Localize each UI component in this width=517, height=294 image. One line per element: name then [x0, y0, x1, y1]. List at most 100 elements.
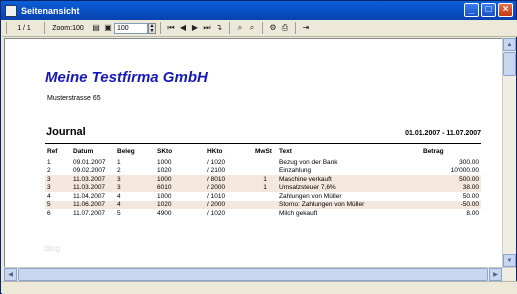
toolbar-divider	[6, 22, 7, 34]
zoom-input[interactable]: 100	[114, 22, 148, 34]
table-cell	[253, 167, 277, 176]
zoom-spinner[interactable]: ▲ ▼	[148, 22, 156, 34]
table-cell: 1	[117, 158, 121, 166]
table-cell	[253, 200, 277, 209]
zoom-page-icon[interactable]: ▤	[90, 22, 102, 34]
table-cell: 8.00	[466, 209, 479, 217]
table-row: 3 11.03.2007 3 1000/ 8010 1 Maschine verkauft…	[45, 175, 481, 184]
table-cell	[253, 209, 277, 218]
date-range: 01.01.2007 - 11.07.2007	[405, 130, 481, 137]
table-cell: 500.00	[421, 175, 481, 184]
col-ref: Ref	[47, 148, 58, 155]
table-cell: / 8010	[205, 175, 253, 184]
close-button[interactable]: ×	[498, 3, 513, 17]
first-page-icon[interactable]: ⏮	[165, 22, 177, 34]
table-cell: 6010	[155, 183, 205, 192]
app-icon	[5, 4, 17, 17]
table-cell: 1000	[157, 158, 172, 166]
table-cell: Einzahlung	[279, 167, 312, 175]
table-row: 3 11.03.2007 3 6010/ 2000 1 Umsatzsteuer 7,6%…	[45, 183, 481, 192]
next-page-icon[interactable]: ▶	[189, 22, 201, 34]
report-viewport[interactable]: Meine Testfirma GmbH Musterstrasse 65 Jo…	[4, 38, 502, 267]
table-row: 2 09.02.2007 2 1020 / 2100 Einzahlung 10'000.0…	[45, 167, 481, 176]
table-cell: / 2000	[205, 183, 253, 192]
table-cell: -50.00	[421, 200, 481, 209]
table-cell: 3	[45, 175, 71, 184]
minimize-button[interactable]: _	[464, 3, 479, 17]
scroll-left-icon[interactable]: ◀	[4, 268, 17, 281]
zoom-width-icon[interactable]: ▣	[102, 22, 114, 34]
horizontal-scrollbar[interactable]: ◀ ▶	[4, 267, 516, 281]
table-cell: 4	[117, 192, 121, 200]
scroll-right-icon[interactable]: ▶	[489, 268, 502, 281]
table-cell: / 1020	[207, 209, 226, 217]
table-cell: 38.00	[421, 183, 481, 192]
page-indicator: 1 / 1	[17, 24, 31, 32]
printer-icon[interactable]: ⎙	[279, 22, 291, 34]
header-rule-top	[45, 143, 481, 144]
table-cell: 5	[117, 209, 121, 217]
col-hkto: HKto	[207, 148, 223, 155]
table-cell: 11.07.2007	[73, 209, 106, 217]
table-cell: 4	[115, 200, 155, 209]
previous-page-icon[interactable]: ◀	[177, 22, 189, 34]
toolbar-divider	[44, 22, 45, 34]
col-datum: Datum	[73, 148, 94, 155]
table-cell: 50.00	[462, 192, 479, 200]
scroll-up-icon[interactable]: ▲	[503, 38, 516, 51]
table-cell: / 2000	[205, 200, 253, 209]
col-beleg: Beleg	[117, 148, 135, 155]
table-cell: 09.01.2007	[73, 158, 106, 166]
table-cell: 1	[253, 175, 277, 184]
vertical-scroll-thumb[interactable]	[503, 52, 516, 76]
table-cell: / 1020	[207, 158, 226, 166]
maximize-button[interactable]: □	[481, 3, 496, 17]
company-name: Meine Testfirma GmbH	[45, 69, 208, 86]
table-cell: 3	[115, 183, 155, 192]
table-cell: / 1010	[207, 192, 226, 200]
col-skto: SKto	[157, 148, 173, 155]
print-preview-window: Seitenansicht _ □ × 1 / 1 Zoom:100 ▤ ▣ 1…	[0, 0, 517, 294]
table-cell: Bezug von der Bank	[279, 158, 338, 166]
title-bar[interactable]: Seitenansicht _ □ ×	[1, 1, 516, 20]
table-cell: 2	[117, 167, 121, 175]
table-cell: Storno: Zahlungen von Müller	[277, 200, 421, 209]
last-page-icon[interactable]: ⏭	[201, 22, 213, 34]
table-cell: 1000	[157, 192, 172, 200]
table-cell: 11.06.2007	[71, 200, 115, 209]
table-cell: 11.04.2007	[73, 192, 106, 200]
table-cell: 1	[253, 183, 277, 192]
table-cell: 11.03.2007	[71, 183, 115, 192]
horizontal-scroll-thumb[interactable]	[18, 268, 488, 281]
table-cell: 1020	[155, 200, 205, 209]
table-cell: 4900	[157, 209, 172, 217]
exit-door-icon[interactable]: ⇥	[300, 22, 312, 34]
table-cell: 1	[47, 158, 51, 166]
goto-page-icon[interactable]: ↴	[213, 22, 225, 34]
table-cell	[253, 158, 277, 167]
find-next-icon[interactable]: ⌕	[246, 22, 258, 34]
col-text: Text	[279, 148, 292, 155]
table-cell: Maschine verkauft	[277, 175, 421, 184]
table-row: 1 09.01.2007 1 1000 / 1020 Bezug von der Bank…	[45, 158, 481, 167]
table-cell: 4	[47, 192, 51, 200]
table-cell	[253, 192, 277, 201]
table-cell: 10'000.00	[450, 167, 479, 175]
report-page: Meine Testfirma GmbH Musterstrasse 65 Jo…	[5, 39, 502, 267]
toolbar-divider	[295, 22, 296, 34]
col-mwst: MwSt	[255, 148, 272, 155]
table-cell: / 2100	[207, 167, 226, 175]
report-heading: Journal	[46, 126, 86, 138]
window-title: Seitenansicht	[21, 5, 80, 16]
table-cell: 3	[45, 183, 71, 192]
scroll-down-icon[interactable]: ▼	[503, 254, 516, 267]
watermark-text: blog	[45, 244, 61, 253]
search-icon[interactable]: ⌕	[234, 22, 246, 34]
table-cell: 5	[45, 200, 71, 209]
print-setup-icon[interactable]: ⚙	[267, 22, 279, 34]
table-cell: 11.03.2007	[71, 175, 115, 184]
status-bar	[2, 281, 517, 294]
vertical-scrollbar[interactable]: ▲ ▼	[502, 38, 516, 267]
table-cell: 09.02.2007	[73, 167, 106, 175]
zoom-label: Zoom:100	[52, 24, 84, 32]
